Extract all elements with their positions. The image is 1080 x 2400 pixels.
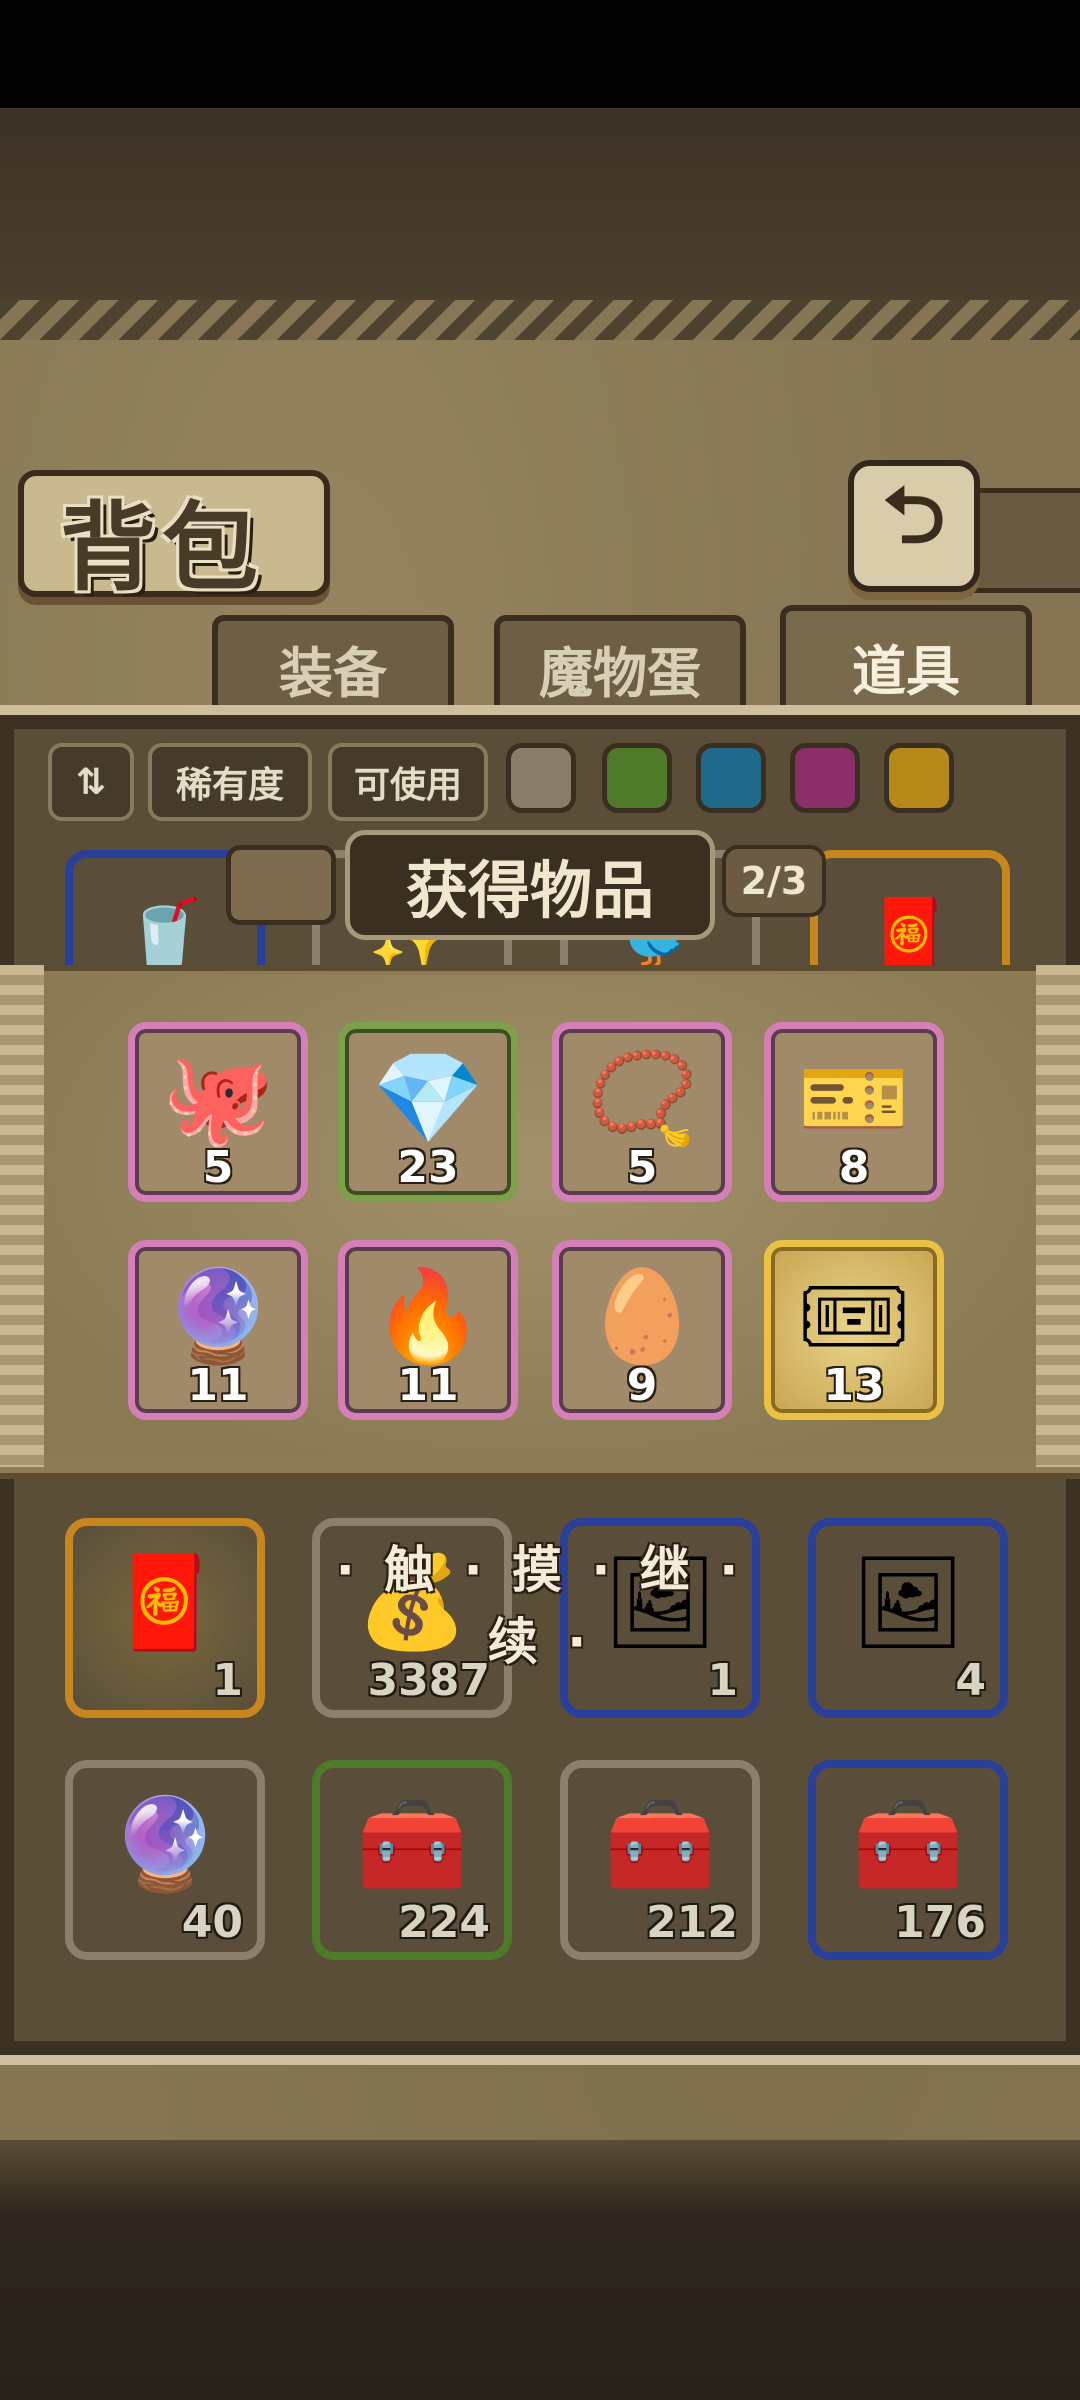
rainbow-orb-icon: 🔮 [108, 1792, 222, 1898]
inventory-slot[interactable]: 🧰 176 [808, 1760, 1008, 1960]
item-count: 212 [646, 1897, 738, 1948]
item-count: 40 [181, 1897, 243, 1948]
reward-count: 11 [187, 1360, 249, 1411]
reward-count: 5 [202, 1142, 234, 1193]
page-title: 背包 [60, 491, 264, 604]
usable-filter-label: 可使用 [353, 765, 462, 806]
item-count: 176 [894, 1897, 986, 1948]
color-filter-green[interactable] [602, 743, 672, 813]
reward-slot: 📿 5 [552, 1022, 732, 1202]
inventory-slot[interactable]: 🧰 224 [312, 1760, 512, 1960]
banner-edge-right [1036, 965, 1080, 1467]
tab-label: 道具 [852, 638, 960, 703]
dialog-title: 获得物品 [345, 830, 715, 940]
banner-edge-left [0, 965, 44, 1467]
tab-items[interactable]: 道具 [780, 605, 1032, 721]
bottom-background [0, 2140, 1080, 2400]
tab-label: 魔物蛋 [539, 641, 701, 705]
inventory-slot[interactable]: 🧰 212 [560, 1760, 760, 1960]
reward-count: 11 [397, 1360, 459, 1411]
cola-bottle-icon: 🥤 [121, 894, 209, 977]
item-count: 224 [398, 1897, 490, 1948]
reward-count: 9 [626, 1360, 658, 1411]
touch-to-continue-hint: · 触 · 摸 · 继 · 续 · [335, 1541, 745, 1671]
back-arrow-icon: ⮌ [882, 471, 946, 561]
pink-ticket-icon: 🎫 [797, 1045, 911, 1151]
rarity-filter-button[interactable]: 稀有度 [148, 743, 312, 821]
tentacle-monster-icon: 🐙 [161, 1045, 275, 1151]
tab-monster-egg[interactable]: 魔物蛋 [494, 615, 746, 716]
red-crystal-icon: 💎 [371, 1045, 485, 1151]
anniversary-envelope-icon: 🧧 [108, 1550, 222, 1656]
reward-slot: 🎫 8 [764, 1022, 944, 1202]
monster-card-icon: 🖼 [850, 1550, 966, 1656]
title-wing-left [226, 845, 336, 925]
torn-paper-edge [0, 300, 1080, 340]
color-filter-blue[interactable] [696, 743, 766, 813]
color-filter-gray[interactable] [506, 743, 576, 813]
reward-slot: 🔮 11 [128, 1240, 308, 1420]
reward-slot: 🔥 11 [338, 1240, 518, 1420]
reward-count: 8 [838, 1142, 870, 1193]
reward-slot: 💎 23 [338, 1022, 518, 1202]
inventory-slot[interactable]: 🧧 1 [65, 1518, 265, 1718]
tab-label: 装备 [279, 641, 387, 705]
fire-stone-icon: 🔥 [371, 1263, 485, 1369]
blue-chest-icon: 🧰 [851, 1792, 965, 1898]
envelope-icon: 🧧 [866, 894, 954, 977]
dialog-title-text: 获得物品 [405, 854, 654, 927]
wooden-chest-icon: 🧰 [355, 1792, 469, 1898]
reward-count: 5 [626, 1142, 658, 1193]
rarity-filter-label: 稀有度 [175, 765, 284, 806]
color-filter-purple[interactable] [790, 743, 860, 813]
inventory-slot[interactable]: 🔮 40 [65, 1760, 265, 1960]
purple-egg-icon: 🥚 [585, 1263, 699, 1369]
sort-button[interactable]: ⇅ [48, 743, 134, 821]
reward-slot: 🐙 5 [128, 1022, 308, 1202]
reward-count: 23 [397, 1142, 459, 1193]
iron-chest-icon: 🧰 [603, 1792, 717, 1898]
item-count: 4 [955, 1655, 986, 1706]
inventory-slot[interactable]: 🖼 4 [808, 1518, 1008, 1718]
usable-filter-button[interactable]: 可使用 [328, 743, 488, 821]
sort-icon: ⇅ [75, 761, 107, 803]
magenta-crystal-icon: 🔮 [161, 1263, 275, 1369]
tab-equipment[interactable]: 装备 [212, 615, 454, 716]
reward-slot: 🎟 13 [764, 1240, 944, 1420]
page-indicator: 2/3 [722, 845, 826, 917]
reward-slot: 🥚 9 [552, 1240, 732, 1420]
item-count: 1 [212, 1655, 243, 1706]
page-indicator-text: 2/3 [740, 859, 808, 903]
gold-ticket-icon: 🎟 [796, 1263, 912, 1369]
reward-count: 13 [823, 1360, 885, 1411]
amulet-icon: 📿 [585, 1045, 699, 1151]
back-button[interactable]: ⮌ [848, 460, 980, 592]
color-filter-gold[interactable] [884, 743, 954, 813]
